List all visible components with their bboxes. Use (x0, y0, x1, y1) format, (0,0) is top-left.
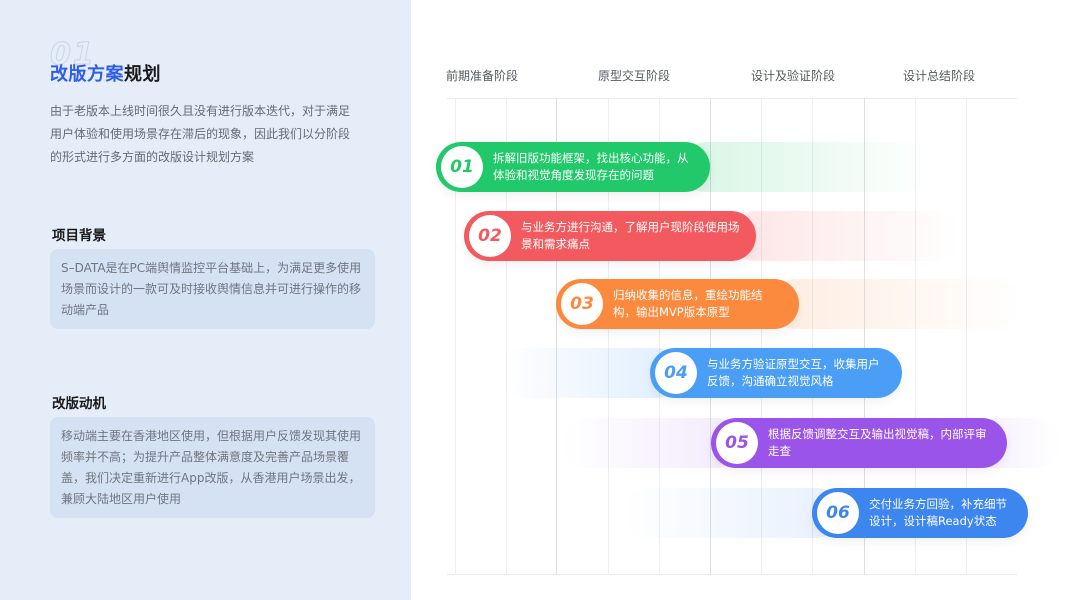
step-02-text: 与业务方进行沟通，了解用户现阶段使用场景和需求痛点 (521, 220, 740, 251)
step-06-number: 06 (817, 492, 859, 534)
page-title: 改版方案规划 (50, 60, 161, 86)
step-05-pill: 05 根据反馈调整交互及输出视觉稿，内部评审走查 (711, 418, 1007, 468)
step-03-pill: 03 归纳收集的信息，重绘功能结构，输出MVP版本原型 (556, 279, 799, 329)
left-panel: 01 改版方案规划 由于老版本上线时间很久且没有进行版本迭代，对于满足用户体验和… (0, 0, 411, 600)
phase-label-design: 设计及验证阶段 (751, 69, 836, 83)
step-02-number: 02 (469, 215, 511, 257)
step-02-pill: 02 与业务方进行沟通，了解用户现阶段使用场景和需求痛点 (464, 211, 756, 261)
step-03-trail (771, 279, 1021, 329)
step-01-text: 拆解旧版功能框架，找出核心功能，从体验和视觉角度发现存在的问题 (493, 151, 689, 182)
step-04-pill: 04 与业务方验证原型交互，收集用户反馈，沟通确立视觉风格 (650, 348, 902, 398)
step-01-number: 01 (441, 146, 483, 188)
step-01-pill: 01 拆解旧版功能框架，找出核心功能，从体验和视觉角度发现存在的问题 (436, 142, 710, 192)
page-title-highlight: 改版方案 (50, 64, 124, 85)
background-card: S–DATA是在PC端舆情监控平台基础上，为满足更多使用场景而设计的一款可及时接… (50, 249, 375, 329)
background-body: S–DATA是在PC端舆情监控平台基础上，为满足更多使用场景而设计的一款可及时接… (61, 261, 362, 317)
step-04-number: 04 (655, 352, 697, 394)
phase-label-prep: 前期准备阶段 (446, 69, 519, 83)
motivation-card: 移动端主要在香港地区使用，但根据用户反馈发现其使用频率并不高；为提升产品整体满意… (50, 417, 375, 518)
intro-text: 由于老版本上线时间很久且没有进行版本迭代，对于满足用户体验和使用场景存在滞后的现… (50, 104, 351, 164)
step-06-trail (621, 488, 841, 538)
phase-label-summary: 设计总结阶段 (903, 69, 976, 83)
background-heading: 项目背景 (52, 228, 106, 244)
grid-bottom-line (447, 574, 1017, 575)
step-02-trail (731, 211, 961, 261)
step-04-text: 与业务方验证原型交互，收集用户反馈，沟通确立视觉风格 (707, 357, 880, 388)
phase-timeline: 前期准备阶段 原型交互阶段 设计及验证阶段 设计总结阶段 01 拆解旧版功能框架… (411, 0, 1067, 600)
step-05-number: 05 (716, 422, 758, 464)
page-title-rest: 规划 (124, 64, 161, 85)
step-06-pill: 06 交付业务方回验，补充细节设计，设计稿Ready状态 (812, 488, 1028, 538)
step-03-text: 归纳收集的信息，重绘功能结构，输出MVP版本原型 (613, 288, 763, 319)
phase-label-prototype: 原型交互阶段 (598, 69, 671, 83)
motivation-heading: 改版动机 (52, 396, 106, 412)
motivation-body: 移动端主要在香港地区使用，但根据用户反馈发现其使用频率并不高；为提升产品整体满意… (61, 429, 362, 506)
step-03-number: 03 (561, 283, 603, 325)
step-01-trail (681, 142, 931, 192)
step-06-text: 交付业务方回验，补充细节设计，设计稿Ready状态 (869, 497, 1007, 528)
step-05-text: 根据反馈调整交互及输出视觉稿，内部评审走查 (768, 427, 987, 458)
grid-top-line (447, 98, 1017, 99)
